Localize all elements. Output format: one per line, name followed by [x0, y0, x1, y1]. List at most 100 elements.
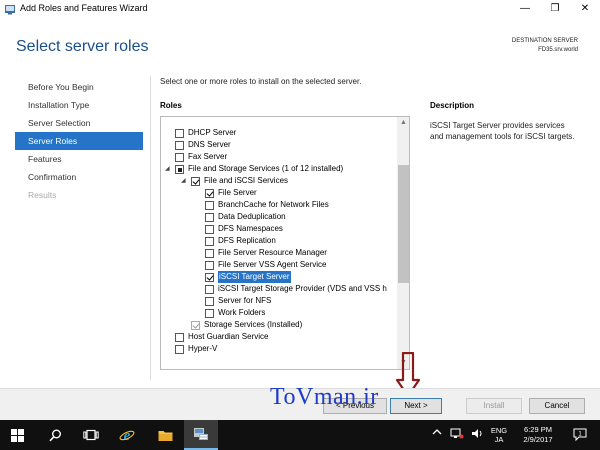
role-checkbox[interactable] — [175, 129, 184, 138]
role-checkbox — [191, 321, 200, 330]
role-label: File and iSCSI Services — [204, 176, 289, 185]
role-label: Storage Services (Installed) — [204, 320, 303, 329]
role-row[interactable]: File Server Resource Manager — [161, 247, 397, 259]
role-checkbox[interactable] — [175, 141, 184, 150]
server-manager-icon — [194, 428, 208, 440]
clock[interactable]: 6:29 PM 2/9/2017 — [516, 425, 560, 450]
destination-server-value: FD35.srv.world — [538, 47, 578, 53]
description-heading: Description — [430, 101, 475, 110]
tray-overflow-icon[interactable] — [430, 428, 444, 450]
role-checkbox[interactable] — [205, 201, 214, 210]
file-explorer-button[interactable] — [148, 420, 182, 450]
role-row[interactable]: DFS Replication — [161, 235, 397, 247]
role-label: File Server Resource Manager — [218, 248, 327, 257]
search-button[interactable] — [38, 420, 72, 450]
internet-explorer-button[interactable]: e — [110, 420, 144, 450]
role-checkbox[interactable] — [205, 189, 214, 198]
nav-item-features[interactable]: Features — [15, 150, 143, 168]
server-manager-button[interactable] — [184, 420, 218, 450]
role-checkbox[interactable] — [191, 177, 200, 186]
role-label: Host Guardian Service — [188, 332, 269, 341]
internet-explorer-icon: e — [119, 428, 135, 443]
destination-server-label: DESTINATION SERVER — [511, 38, 578, 44]
roles-tree[interactable]: DHCP Server DNS Server Fax Server ◢ File and… — [160, 116, 410, 370]
maximize-button[interactable]: ❐ — [540, 0, 570, 18]
role-row[interactable]: DNS Server — [161, 139, 397, 151]
clock-date: 2/9/2017 — [523, 435, 553, 444]
role-checkbox[interactable] — [205, 285, 214, 294]
instruction-text: Select one or more roles to install on t… — [160, 77, 362, 86]
role-row[interactable]: Hyper-V — [161, 343, 397, 355]
role-checkbox[interactable] — [205, 249, 214, 258]
task-view-button[interactable] — [74, 420, 108, 450]
role-checkbox[interactable] — [175, 333, 184, 342]
role-checkbox[interactable] — [205, 261, 214, 270]
role-label: Hyper-V — [188, 344, 218, 353]
role-checkbox[interactable] — [175, 345, 184, 354]
page-title: Select server roles — [16, 38, 149, 55]
role-row[interactable]: File Server VSS Agent Service — [161, 259, 397, 271]
role-label: File Server — [218, 188, 257, 197]
wizard-header: Select server roles DESTINATION SERVER F… — [0, 18, 600, 74]
clock-time: 6:29 PM — [524, 425, 552, 434]
role-row[interactable]: Storage Services (Installed) — [161, 319, 397, 331]
role-label: iSCSI Target Server — [218, 271, 291, 283]
role-row[interactable]: iSCSI Target Server — [161, 271, 397, 283]
volume-icon[interactable] — [468, 428, 486, 450]
role-row[interactable]: DHCP Server — [161, 127, 397, 139]
role-row[interactable]: Data Deduplication — [161, 211, 397, 223]
description-text: iSCSI Target Server provides services an… — [430, 121, 575, 141]
role-label: BranchCache for Network Files — [218, 200, 329, 209]
role-checkbox[interactable] — [205, 309, 214, 318]
roles-scrollbar[interactable]: ▲ ▼ — [397, 117, 409, 369]
wizard-app-icon — [5, 5, 15, 15]
scroll-up-icon[interactable]: ▲ — [397, 117, 409, 129]
nav-item-before-you-begin[interactable]: Before You Begin — [15, 78, 143, 96]
scroll-thumb[interactable] — [398, 165, 409, 283]
role-checkbox[interactable] — [175, 153, 184, 162]
role-checkbox[interactable] — [205, 225, 214, 234]
folder-icon — [158, 430, 172, 441]
action-center-button[interactable]: 1 — [570, 428, 590, 450]
role-row[interactable]: Server for NFS — [161, 295, 397, 307]
taskbar: e ENG JA 6:29 PM 2/9/2017 1 — [0, 420, 600, 450]
role-row[interactable]: DFS Namespaces — [161, 223, 397, 235]
watermark-text: ToVman.ir — [270, 384, 379, 410]
roles-heading: Roles — [160, 101, 182, 110]
role-checkbox[interactable] — [205, 213, 214, 222]
nav-item-confirmation[interactable]: Confirmation — [15, 168, 143, 186]
role-checkbox[interactable] — [205, 237, 214, 246]
role-row[interactable]: ◢ File and iSCSI Services — [161, 175, 397, 187]
role-checkbox[interactable] — [175, 165, 184, 174]
role-label: File Server VSS Agent Service — [218, 260, 327, 269]
wizard-nav: Before You Begin Installation Type Serve… — [15, 78, 143, 204]
expander-icon[interactable]: ◢ — [165, 166, 173, 173]
role-checkbox[interactable] — [205, 273, 214, 282]
window-title: Add Roles and Features Wizard — [20, 3, 148, 13]
nav-item-installation-type[interactable]: Installation Type — [15, 96, 143, 114]
role-label: DNS Server — [188, 140, 231, 149]
role-row[interactable]: Work Folders — [161, 307, 397, 319]
network-icon[interactable] — [448, 428, 466, 450]
role-row[interactable]: ◢ File and Storage Services (1 of 12 inst… — [161, 163, 397, 175]
role-row[interactable]: Host Guardian Service — [161, 331, 397, 343]
search-icon — [48, 429, 61, 441]
role-checkbox[interactable] — [205, 297, 214, 306]
nav-item-server-selection[interactable]: Server Selection — [15, 114, 143, 132]
expander-icon[interactable]: ◢ — [181, 178, 189, 185]
nav-item-server-roles[interactable]: Server Roles — [15, 132, 143, 150]
input-language-indicator[interactable]: ENG JA — [488, 426, 510, 450]
role-label: DFS Replication — [218, 236, 276, 245]
next-button[interactable]: Next > — [390, 398, 442, 414]
notification-icon: 1 — [573, 428, 587, 442]
minimize-button[interactable]: — — [510, 0, 540, 18]
role-row[interactable]: File Server — [161, 187, 397, 199]
role-row[interactable]: iSCSI Target Storage Provider (VDS and V… — [161, 283, 397, 295]
role-label: Server for NFS — [218, 296, 272, 305]
close-button[interactable]: ✕ — [570, 0, 600, 18]
role-label: DHCP Server — [188, 128, 237, 137]
start-button[interactable] — [0, 420, 34, 450]
role-row[interactable]: Fax Server — [161, 151, 397, 163]
role-row[interactable]: BranchCache for Network Files — [161, 199, 397, 211]
cancel-button[interactable]: Cancel — [529, 398, 585, 414]
